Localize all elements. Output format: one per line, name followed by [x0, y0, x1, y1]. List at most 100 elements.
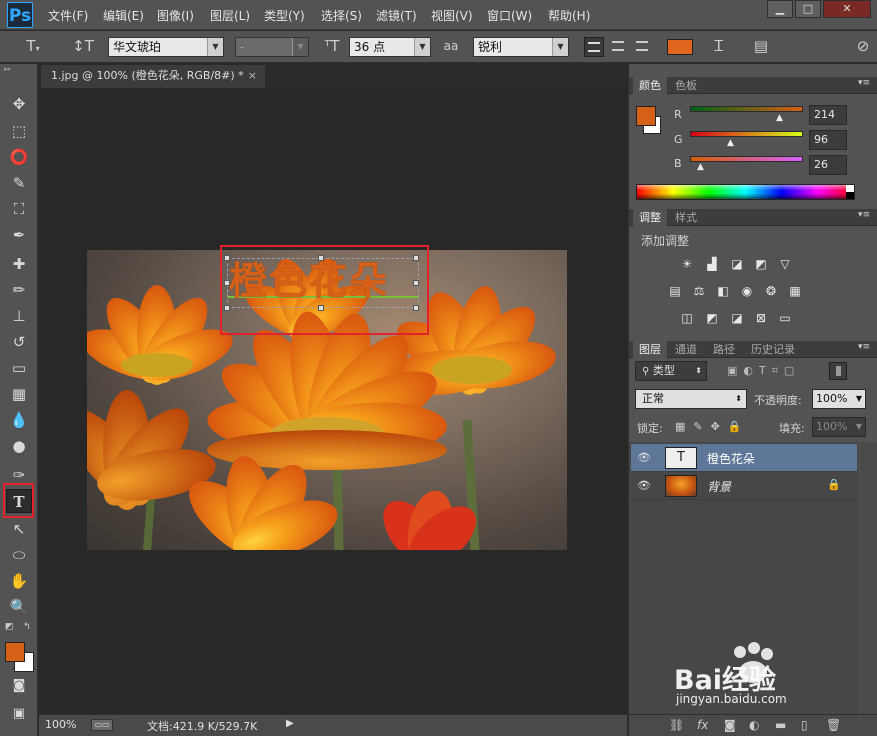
screen-mode-icon[interactable]: ▣: [6, 702, 32, 726]
tab-history[interactable]: 历史记录: [745, 341, 801, 358]
warp-text-icon[interactable]: Ꮖ: [708, 36, 730, 56]
panel-menu-icon[interactable]: ▾≡: [858, 342, 870, 352]
fill-field[interactable]: 100% ▼: [812, 417, 866, 437]
panel-menu-icon[interactable]: ▾≡: [858, 78, 870, 88]
threshold-icon[interactable]: ◪: [729, 311, 745, 325]
cancel-icon[interactable]: ⊘: [852, 36, 874, 56]
opacity-field[interactable]: 100% ▼: [812, 389, 866, 409]
zoom-tool-icon[interactable]: 🔍: [6, 595, 32, 619]
panel-grip[interactable]: ▸▸: [4, 66, 34, 73]
tab-channels[interactable]: 通道: [669, 341, 703, 358]
document-tab[interactable]: 1.jpg @ 100% (橙色花朵, RGB/8#) * ×: [40, 64, 266, 88]
add-mask-icon[interactable]: ◙: [724, 718, 736, 732]
tab-swatches[interactable]: 色板: [669, 77, 703, 94]
invert-icon[interactable]: ◫: [679, 311, 695, 325]
swap-colors-icon[interactable]: ↰: [23, 622, 31, 632]
menu-filter[interactable]: 滤镜(T): [376, 7, 417, 24]
g-value[interactable]: 96: [809, 130, 847, 150]
menu-type[interactable]: 类型(Y): [264, 7, 305, 24]
menu-view[interactable]: 视图(V): [431, 7, 473, 24]
eyedropper-tool-icon[interactable]: ✒: [6, 223, 32, 247]
dodge-tool-icon[interactable]: ●: [6, 434, 32, 458]
doc-info-icon[interactable]: ▭▭: [91, 719, 113, 731]
layer-name[interactable]: 背景: [707, 478, 731, 495]
layer-row-background[interactable]: 👁 背景 🔒: [631, 472, 857, 500]
zoom-level[interactable]: 100%: [45, 718, 76, 731]
font-size-select[interactable]: 36 点 ▼: [349, 37, 431, 57]
quick-mask-icon[interactable]: ◙: [6, 674, 32, 698]
lock-icons[interactable]: ▦✎✥🔒: [675, 420, 750, 433]
tab-paths[interactable]: 路径: [707, 341, 741, 358]
ellipse-tool-icon[interactable]: ⬭: [6, 543, 32, 567]
panel-menu-icon[interactable]: ▾≡: [858, 210, 870, 220]
color-balance-icon[interactable]: ⚖: [691, 284, 707, 298]
blur-tool-icon[interactable]: 💧: [6, 408, 32, 432]
align-left-button[interactable]: [584, 37, 604, 57]
maximize-button[interactable]: □: [795, 0, 821, 18]
align-center-button[interactable]: [608, 37, 628, 57]
clone-stamp-tool-icon[interactable]: ⊥: [6, 304, 32, 328]
menu-help[interactable]: 帮助(H): [548, 7, 590, 24]
b-slider-thumb[interactable]: ▲: [697, 162, 704, 172]
status-menu-arrow-icon[interactable]: ▶: [286, 718, 294, 729]
b-value[interactable]: 26: [809, 155, 847, 175]
link-layers-icon[interactable]: ⛓: [669, 718, 684, 732]
menu-file[interactable]: 文件(F): [48, 7, 88, 24]
photo-filter-icon[interactable]: ◉: [739, 284, 755, 298]
visibility-eye-icon[interactable]: 👁: [637, 479, 651, 493]
curves-icon[interactable]: ◪: [729, 257, 745, 271]
layer-filter-icons[interactable]: ▣◐T⌗▢: [727, 364, 800, 378]
crop-tool-icon[interactable]: ⛶: [6, 197, 32, 221]
eraser-tool-icon[interactable]: ▭: [6, 356, 32, 380]
color-fg-swatch[interactable]: [636, 106, 656, 126]
channel-mixer-icon[interactable]: ❂: [763, 284, 779, 298]
marquee-tool-icon[interactable]: ⬚: [6, 119, 32, 143]
minimize-button[interactable]: ▁: [767, 0, 793, 18]
text-color-swatch[interactable]: [667, 39, 693, 55]
trash-icon[interactable]: 🗑: [826, 718, 841, 732]
levels-icon[interactable]: ▟: [704, 257, 720, 271]
history-brush-tool-icon[interactable]: ↺: [6, 330, 32, 354]
antialias-select[interactable]: 锐利 ▼: [473, 37, 569, 57]
exposure-icon[interactable]: ◩: [753, 257, 769, 271]
menu-select[interactable]: 选择(S): [321, 7, 362, 24]
group-icon[interactable]: ▬: [775, 718, 786, 732]
text-orientation-icon[interactable]: ↕T: [72, 36, 94, 56]
quick-select-tool-icon[interactable]: ✎: [6, 171, 32, 195]
menu-edit[interactable]: 编辑(E): [103, 7, 144, 24]
hue-saturation-icon[interactable]: ▤: [667, 284, 683, 298]
fx-icon[interactable]: fx: [697, 718, 708, 732]
blend-mode-select[interactable]: 正常 ⬍: [635, 389, 747, 409]
menu-window[interactable]: 窗口(W): [487, 7, 532, 24]
posterize-icon[interactable]: ◩: [704, 311, 720, 325]
align-right-button[interactable]: [632, 37, 652, 57]
color-lookup-icon[interactable]: ▦: [787, 284, 803, 298]
new-layer-icon[interactable]: ▯: [801, 718, 808, 732]
type-tool-preset-icon[interactable]: T▾: [20, 36, 46, 59]
r-value[interactable]: 214: [809, 105, 847, 125]
foreground-color-swatch[interactable]: [5, 642, 25, 662]
move-tool-icon[interactable]: ✥: [6, 92, 32, 116]
g-slider[interactable]: [690, 131, 803, 137]
b-slider[interactable]: [690, 156, 803, 162]
hand-tool-icon[interactable]: ✋: [6, 569, 32, 593]
layer-filter-select[interactable]: ⚲ 类型 ⬍: [635, 361, 707, 381]
font-style-select[interactable]: - ▼: [235, 37, 309, 57]
path-select-tool-icon[interactable]: ↖: [6, 517, 32, 541]
g-slider-thumb[interactable]: ▲: [727, 138, 734, 148]
layer-row-text[interactable]: 👁 T 橙色花朵: [631, 444, 857, 472]
menu-layer[interactable]: 图层(L): [210, 7, 250, 24]
visibility-eye-icon[interactable]: 👁: [637, 451, 651, 465]
gradient-map-icon[interactable]: ▭: [777, 311, 793, 325]
close-button[interactable]: ✕: [823, 0, 871, 18]
brightness-icon[interactable]: ☀: [679, 257, 695, 271]
r-slider[interactable]: [690, 106, 803, 112]
character-panel-icon[interactable]: ▤: [750, 36, 772, 56]
vibrance-icon[interactable]: ▽: [777, 257, 793, 271]
font-family-select[interactable]: 华文琥珀 ▼: [108, 37, 224, 57]
menu-image[interactable]: 图像(I): [157, 7, 194, 24]
color-spectrum[interactable]: [636, 184, 855, 200]
tab-color[interactable]: 颜色: [633, 77, 667, 94]
filter-toggle[interactable]: [829, 362, 847, 380]
adjustment-layer-icon[interactable]: ◐: [749, 718, 759, 732]
